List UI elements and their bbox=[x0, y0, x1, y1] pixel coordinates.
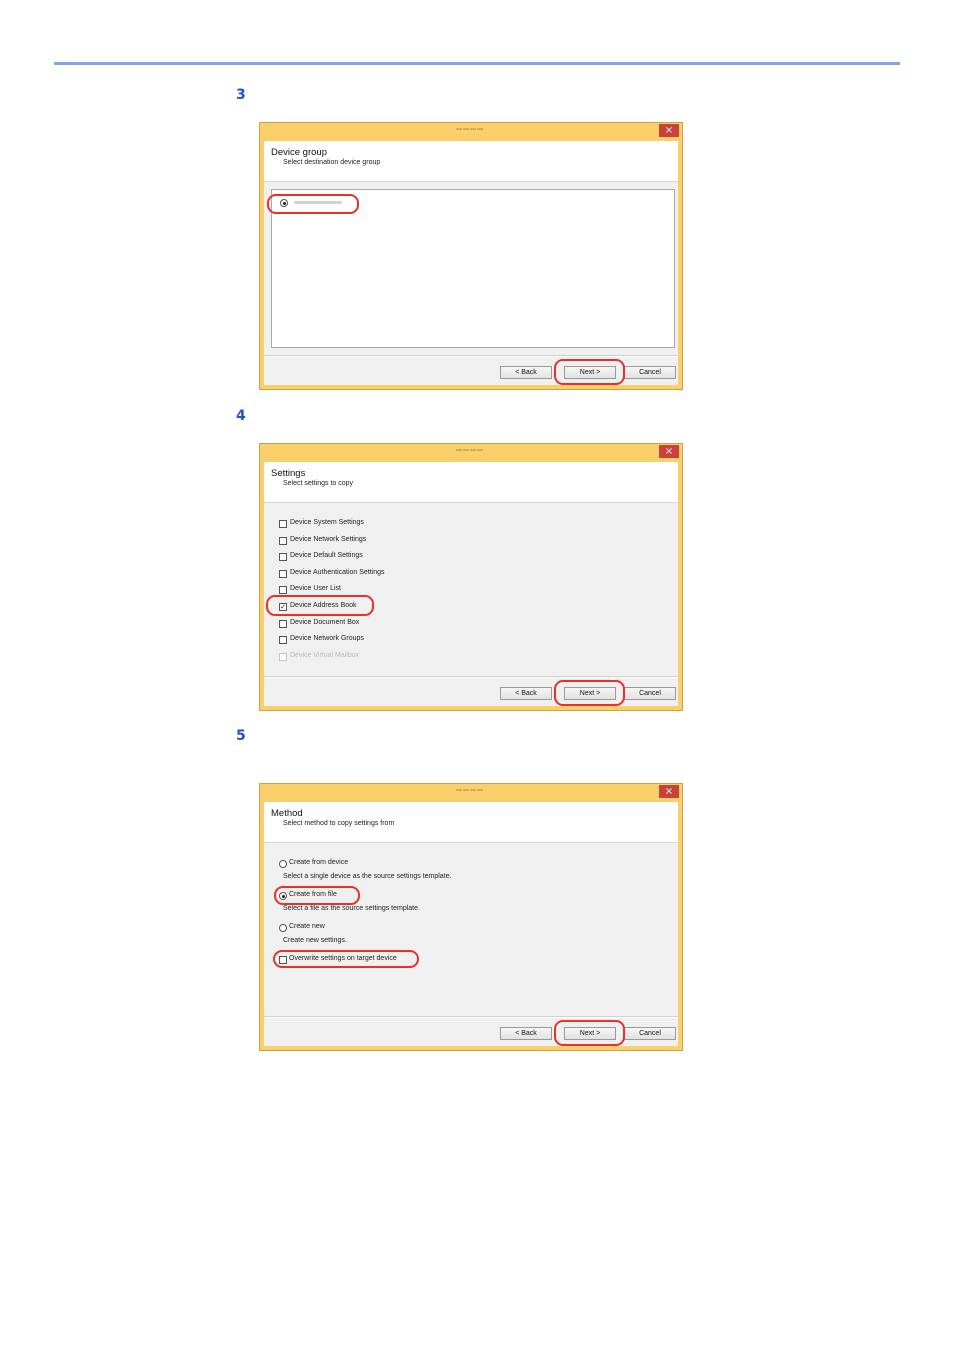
label-device-document-box: Device Document Box bbox=[290, 619, 360, 626]
header-subtitle: Select method to copy settings from bbox=[283, 820, 395, 827]
checkbox-device-user-list[interactable] bbox=[279, 586, 287, 594]
highlight-create-from-file bbox=[274, 886, 360, 905]
dialog-header: Method Select method to copy settings fr… bbox=[264, 802, 678, 843]
window-title-blurred: ▬▬▬▬ bbox=[456, 447, 484, 453]
back-button[interactable]: < Back bbox=[500, 687, 552, 700]
close-icon[interactable]: × bbox=[659, 785, 679, 798]
dialog-client: Method Select method to copy settings fr… bbox=[264, 802, 678, 1046]
title-bar[interactable]: ▬▬▬▬ × bbox=[260, 444, 682, 460]
window-title-blurred: ▬▬▬▬ bbox=[456, 787, 484, 793]
step-number-4: 4 bbox=[236, 408, 246, 424]
close-icon[interactable]: × bbox=[659, 445, 679, 458]
cancel-button[interactable]: Cancel bbox=[624, 1027, 676, 1040]
cancel-button[interactable]: Cancel bbox=[624, 687, 676, 700]
title-bar[interactable]: ▬▬▬▬ × bbox=[260, 123, 682, 139]
footer-divider bbox=[264, 1016, 678, 1018]
device-group-dialog: ▬▬▬▬ × Device group Select destination d… bbox=[259, 122, 683, 390]
label-device-virtual-mailbox: Device Virtual Mailbox bbox=[290, 652, 360, 659]
header-subtitle: Select settings to copy bbox=[283, 480, 354, 487]
label-device-network-settings: Device Network Settings bbox=[290, 536, 367, 543]
dialog-header: Device group Select destination device g… bbox=[264, 141, 678, 182]
close-icon[interactable]: × bbox=[659, 124, 679, 137]
dialog-header: Settings Select settings to copy bbox=[264, 462, 678, 503]
header-title: Settings bbox=[271, 468, 306, 479]
checkbox-device-default-settings[interactable] bbox=[279, 553, 287, 561]
desc-create-from-device: Select a single device as the source set… bbox=[283, 873, 452, 880]
checkbox-device-document-box[interactable] bbox=[279, 620, 287, 628]
checkbox-device-network-groups[interactable] bbox=[279, 636, 287, 644]
step-number-3: 3 bbox=[236, 87, 246, 103]
highlight-next-button bbox=[554, 359, 625, 385]
back-button[interactable]: < Back bbox=[500, 1027, 552, 1040]
dialog-client: Device group Select destination device g… bbox=[264, 141, 678, 385]
settings-dialog: ▬▬▬▬ × Settings Select settings to copy … bbox=[259, 443, 683, 711]
highlight-next-button bbox=[554, 680, 625, 706]
desc-create-new: Create new settings. bbox=[283, 937, 347, 944]
checkbox-device-authentication-settings[interactable] bbox=[279, 570, 287, 578]
label-device-user-list: Device User List bbox=[290, 585, 341, 592]
header-title: Method bbox=[271, 808, 303, 819]
label-create-from-device: Create from device bbox=[289, 859, 349, 866]
window-title-blurred: ▬▬▬▬ bbox=[456, 126, 484, 132]
radio-create-from-device[interactable] bbox=[279, 860, 287, 868]
step-number-5: 5 bbox=[236, 728, 246, 744]
footer-divider bbox=[264, 355, 678, 357]
checkbox-device-virtual-mailbox bbox=[279, 653, 287, 661]
label-device-authentication-settings: Device Authentication Settings bbox=[290, 569, 385, 576]
footer-divider bbox=[264, 676, 678, 678]
cancel-button[interactable]: Cancel bbox=[624, 366, 676, 379]
highlight-overwrite-settings bbox=[273, 950, 419, 968]
highlight-address-book bbox=[266, 595, 374, 616]
dialog-client: Settings Select settings to copy Device … bbox=[264, 462, 678, 706]
checkbox-device-system-settings[interactable] bbox=[279, 520, 287, 528]
label-device-default-settings: Device Default Settings bbox=[290, 552, 363, 559]
checkbox-device-network-settings[interactable] bbox=[279, 537, 287, 545]
method-dialog: ▬▬▬▬ × Method Select method to copy sett… bbox=[259, 783, 683, 1051]
radio-create-new[interactable] bbox=[279, 924, 287, 932]
header-subtitle: Select destination device group bbox=[283, 159, 381, 166]
title-bar[interactable]: ▬▬▬▬ × bbox=[260, 784, 682, 800]
header-title: Device group bbox=[271, 147, 327, 158]
highlight-device-group bbox=[267, 194, 359, 214]
label-device-network-groups: Device Network Groups bbox=[290, 635, 364, 642]
desc-create-from-file: Select a file as the source settings tem… bbox=[283, 905, 420, 912]
highlight-next-button bbox=[554, 1020, 625, 1046]
label-create-new: Create new bbox=[289, 923, 325, 930]
label-device-system-settings: Device System Settings bbox=[290, 519, 364, 526]
back-button[interactable]: < Back bbox=[500, 366, 552, 379]
top-rule bbox=[54, 62, 900, 65]
